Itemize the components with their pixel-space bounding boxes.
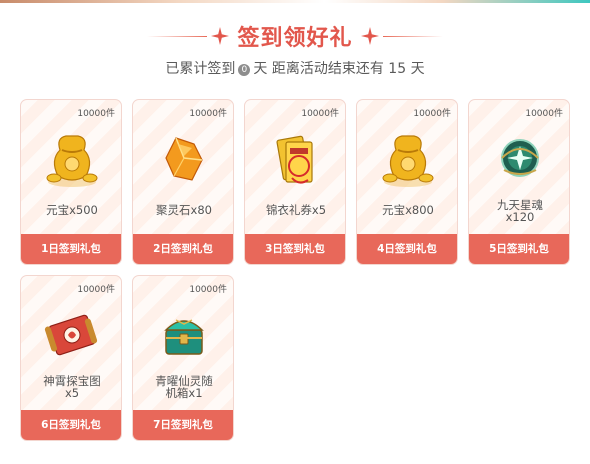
- reward-card-day4[interactable]: 10000件 元宝x800 4日签到礼包: [356, 99, 458, 265]
- jade-treasure-chest-icon: [164, 319, 204, 355]
- gold-ingot-bag-icon: [382, 135, 434, 187]
- reward-item-name-line2: x120: [505, 210, 535, 224]
- day-gift-label: 3日签到礼包: [245, 234, 345, 264]
- day-gift-label: 4日签到礼包: [357, 234, 457, 264]
- title-right-divider: [382, 35, 443, 37]
- sparkle-icon: [360, 27, 379, 45]
- sparkle-icon: [211, 27, 230, 45]
- reward-item-name-line2: 机箱x1: [165, 386, 203, 400]
- top-decoration-strip: [0, 0, 590, 3]
- day-gift-label: 5日签到礼包: [469, 234, 569, 264]
- signin-status-text: 已累计签到 0 天 距离活动结束还有 15 天: [0, 58, 590, 78]
- day-gift-label: 6日签到礼包: [21, 410, 121, 440]
- reward-item-name: 锦衣礼券x5: [265, 203, 327, 217]
- reward-quantity: 10000件: [525, 109, 563, 119]
- title-left-divider: [147, 35, 208, 37]
- day-gift-label: 1日签到礼包: [21, 234, 121, 264]
- reward-quantity: 10000件: [413, 109, 451, 119]
- reward-card-day2[interactable]: 10000件 聚灵石x80 2日签到礼包: [132, 99, 234, 265]
- reward-quantity: 10000件: [301, 109, 339, 119]
- reward-quantity: 10000件: [189, 285, 227, 295]
- reward-item-name: 元宝x500: [46, 203, 98, 217]
- day-gift-label: 7日签到礼包: [133, 410, 233, 440]
- reward-card-day3[interactable]: 10000件 锦衣礼券x5 3日签到礼包: [244, 99, 346, 265]
- reward-item-name: 聚灵石x80: [156, 203, 212, 217]
- gold-ingot-bag-icon: [46, 135, 98, 187]
- day-gift-label: 2日签到礼包: [133, 234, 233, 264]
- reward-card-day7[interactable]: 10000件 青曜仙灵随 机箱x1 7日签到礼包: [132, 275, 234, 441]
- reward-item-name: 神霄探宝图 x5: [25, 375, 119, 399]
- spirit-stone-icon: [165, 137, 203, 181]
- page-title-row: 签到领好礼: [0, 18, 590, 54]
- reward-quantity: 10000件: [189, 109, 227, 119]
- reward-card-day6[interactable]: 10000件 神霄探宝图 x5 6日签到礼包: [20, 275, 122, 441]
- star-soul-orb-icon: [501, 139, 539, 177]
- reward-card-day5[interactable]: 10000件 九天星魂 x120 5日签到礼包: [468, 99, 570, 265]
- signin-status-suffix: 天 距离活动结束还有 15 天: [253, 61, 425, 77]
- reward-quantity: 10000件: [77, 285, 115, 295]
- treasure-map-scroll-icon: [44, 314, 98, 356]
- gift-voucher-icon: [276, 135, 313, 184]
- reward-item-name: 九天星魂 x120: [473, 199, 567, 223]
- signed-days-count: 0: [238, 64, 251, 76]
- page-title: 签到领好礼: [237, 26, 353, 51]
- reward-item-name: 青曜仙灵随 机箱x1: [137, 375, 231, 399]
- reward-item-name: 元宝x800: [382, 203, 434, 217]
- signin-status-prefix: 已累计签到: [165, 61, 236, 77]
- reward-item-name-line2: x5: [64, 386, 80, 400]
- reward-quantity: 10000件: [77, 109, 115, 119]
- reward-card-day1[interactable]: 10000件 元宝x500 1日签到礼包: [20, 99, 122, 265]
